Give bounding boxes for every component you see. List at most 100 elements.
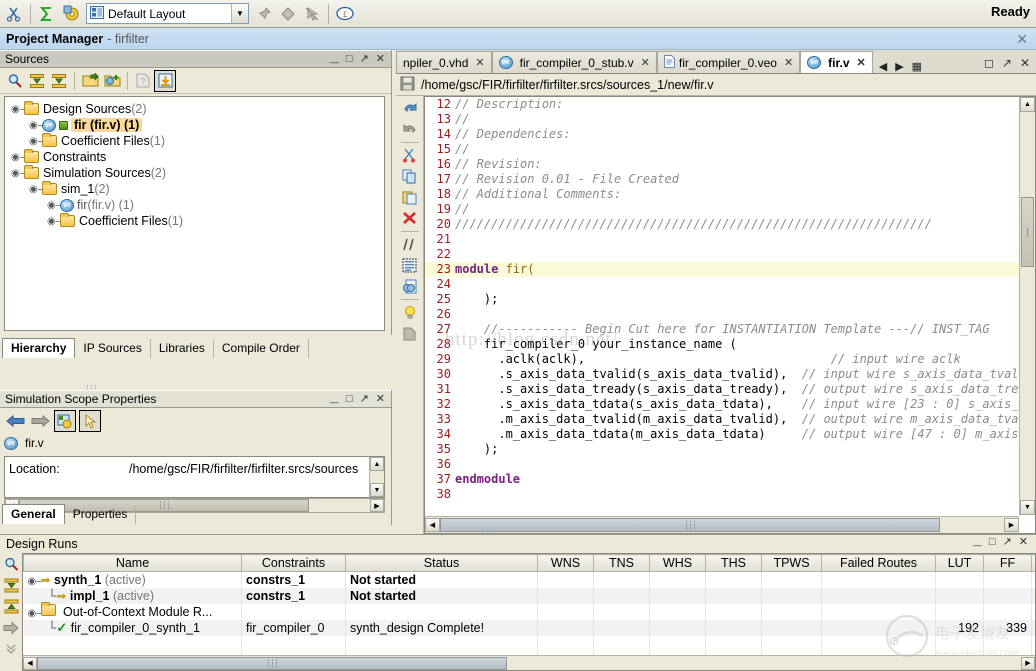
layout-select[interactable]: Default Layout ▼ [86,3,249,24]
tree-item[interactable]: ◉—Design Sources (2) [7,101,382,117]
column-header-lut[interactable]: LUT [936,555,984,572]
code-lines[interactable]: 12// Description: 13// 14// Dependencies… [425,97,1019,515]
code-line[interactable]: 21 [425,232,1019,247]
design-runs-hscrollbar[interactable]: ◀ ┆┆┆ ▶ [23,655,1035,670]
forward-arrow-icon[interactable] [29,410,51,432]
expand-toggle-icon[interactable]: ◉— [47,216,60,227]
code-line[interactable]: 20//////////////////////////////////////… [425,217,1019,232]
add-sources-icon[interactable] [101,70,123,92]
column-header-name[interactable]: Name [24,555,242,572]
scroll-down-icon[interactable]: ▼ [370,483,384,497]
column-header-constraints[interactable]: Constraints [242,555,346,572]
code-line[interactable]: 30 .s_axis_data_tvalid(s_axis_data_tvali… [425,367,1019,382]
code-line[interactable]: 34 .m_axis_data_tdata(m_axis_data_tdata)… [425,427,1019,442]
diamond-icon[interactable] [277,3,299,25]
close-icon[interactable] [376,394,385,405]
table-row[interactable]: └➡ impl_1 (active)constrs_1Not started [24,588,1036,604]
code-line[interactable]: 38 [425,487,1019,502]
code-line[interactable]: 31 .s_axis_data_tready(s_axis_data_tread… [425,382,1019,397]
scroll-right-icon[interactable]: ▶ [1004,518,1019,532]
close-icon[interactable]: ✕ [1020,56,1030,70]
sum-icon[interactable] [36,3,58,25]
tree-item[interactable]: ◉—Simulation Sources (2) [7,165,382,181]
code-line[interactable]: 14// Dependencies: [425,127,1019,142]
undo-icon[interactable] [399,98,421,119]
save-icon[interactable] [400,76,415,94]
expand-toggle-icon[interactable]: ◉— [28,608,41,619]
code-line[interactable]: 24 [425,277,1019,292]
collapse-all-icon[interactable] [26,70,48,92]
code-line[interactable]: 28 fir_compiler_0 your_instance_name ( [425,337,1019,352]
tree-item[interactable]: ◉—Coefficient Files (1) [7,213,382,229]
code-vscrollbar[interactable]: ▲ ┇ ▼ [1019,97,1035,515]
tab-general[interactable]: General [2,504,65,524]
tab-hierarchy[interactable]: Hierarchy [2,338,75,358]
close-icon[interactable]: ✕ [1016,31,1028,48]
back-arrow-icon[interactable] [4,410,26,432]
properties-icon[interactable] [54,410,76,432]
code-line[interactable]: 22 [425,247,1019,262]
bulb-icon[interactable] [399,302,421,323]
find-icon[interactable] [399,276,421,297]
code-line[interactable]: 12// Description: [425,97,1019,112]
expand-toggle-icon[interactable]: ◉— [28,576,41,587]
tab-properties[interactable]: Properties [65,505,137,524]
code-area[interactable]: 12// Description: 13// 14// Dependencies… [424,96,1036,534]
table-row[interactable]: └✓ fir_compiler_0_synth_1fir_compiler_0s… [24,620,1036,636]
code-line[interactable]: 32 .s_axis_data_tdata(s_axis_data_tdata)… [425,397,1019,412]
expand-toggle-icon[interactable]: ◉— [11,104,24,115]
vscroll-thumb[interactable]: ┇ [1021,197,1034,267]
tree-item[interactable]: ◉—vefir (fir.v) (1) [7,117,382,133]
code-line[interactable]: 19// [425,202,1019,217]
expand-toggle-icon[interactable]: ◉— [47,200,60,211]
tab-libraries[interactable]: Libraries [151,339,214,358]
scroll-up-icon[interactable]: ▲ [1020,97,1035,112]
expand-toggle-icon[interactable]: ◉— [29,120,42,131]
open-file-icon[interactable] [79,70,101,92]
column-header-ff[interactable]: FF [984,555,1032,572]
column-header-tns[interactable]: TNS [594,555,650,572]
minimize-icon[interactable] [973,537,982,548]
tree-item[interactable]: ◉—Constraints [7,149,382,165]
next-icon[interactable]: ▶ [895,60,903,73]
close-icon[interactable]: ✕ [784,56,793,69]
code-line[interactable]: 25 ); [425,292,1019,307]
column-header-whs[interactable]: WHS [650,555,706,572]
list-icon[interactable]: ▦ [912,60,922,73]
prev-icon[interactable]: ◀ [879,60,887,73]
close-icon[interactable]: ✕ [857,56,866,69]
float-icon[interactable] [360,54,369,65]
expand-toggle-icon[interactable]: ◉— [29,136,42,147]
chevron-down-icon[interactable]: ▼ [231,4,248,23]
minimize-icon[interactable] [330,54,339,65]
column-header-ths[interactable]: THS [706,555,762,572]
search-icon[interactable] [1,555,21,574]
settings-icon[interactable] [60,3,82,25]
tab-ip-sources[interactable]: IP Sources [75,339,150,358]
expand-all-icon[interactable] [48,70,70,92]
download-icon[interactable] [154,70,176,92]
comment-icon[interactable] [399,234,421,255]
design-runs-grid[interactable]: NameConstraintsStatusWNSTNSWHSTHSTPWSFai… [22,553,1036,671]
expand-toggle-icon[interactable]: ◉— [11,168,24,179]
code-line[interactable]: 17// Revision 0.01 - File Created [425,172,1019,187]
code-line[interactable]: 23module fir( [425,262,1019,277]
code-line[interactable]: 13// [425,112,1019,127]
collapse-all-icon[interactable] [1,576,21,595]
copy-icon[interactable] [399,166,421,187]
tree-item[interactable]: ◉—vefir (fir.v) (1) [7,197,382,213]
column-header-wns[interactable]: WNS [538,555,594,572]
design-runs-header-row[interactable]: NameConstraintsStatusWNSTNSWHSTHSTPWSFai… [24,555,1036,572]
close-icon[interactable] [376,54,385,65]
code-line[interactable]: 16// Revision: [425,157,1019,172]
editor-tab-fir-compiler-0-veo[interactable]: fir_compiler_0.veo✕ [657,51,800,73]
sources-tree[interactable]: ◉—Design Sources (2)◉—vefir (fir.v) (1)◉… [4,96,385,331]
maximize-icon[interactable] [989,537,996,548]
code-line[interactable]: 29 .aclk(aclk), // input wire aclk [425,352,1019,367]
code-line[interactable]: 33 .m_axis_data_tvalid(m_axis_data_tvali… [425,412,1019,427]
code-line[interactable]: 27 //----------- Begin Cut here for INST… [425,322,1019,337]
scroll-right-icon[interactable]: ▶ [1021,657,1035,670]
close-icon[interactable]: ✕ [475,56,484,69]
float-icon[interactable] [1003,537,1012,548]
column-header-status[interactable]: Status [346,555,538,572]
